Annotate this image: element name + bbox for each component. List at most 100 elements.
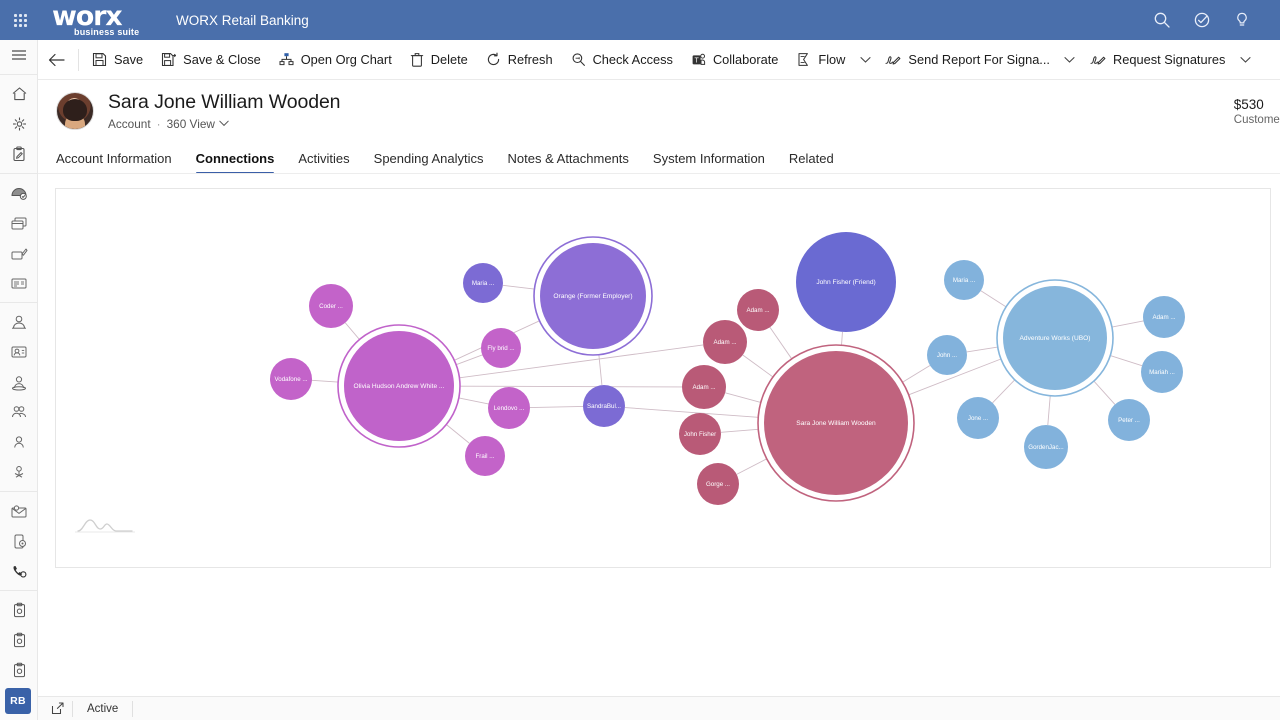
user-avatar[interactable]: RB	[5, 688, 31, 714]
graph-edge	[742, 354, 774, 378]
graph-node-circle[interactable]	[481, 328, 521, 368]
search-icon[interactable]	[1142, 0, 1182, 40]
graph-node[interactable]: John Fisher	[679, 413, 721, 455]
sidebar-item-calls[interactable]	[0, 556, 37, 586]
graph-node-circle[interactable]	[583, 385, 625, 427]
graph-node[interactable]: Maria ...	[463, 263, 503, 303]
request-signatures-chevron-down-icon[interactable]	[1234, 40, 1256, 79]
graph-node[interactable]: Vodafone ...	[270, 358, 312, 400]
graph-node-circle[interactable]	[682, 365, 726, 409]
sidebar-item-accounts[interactable]	[0, 397, 37, 427]
sidebar-item-tasks-1[interactable]	[0, 595, 37, 625]
graph-node-circle[interactable]	[796, 232, 896, 332]
graph-node-circle[interactable]	[465, 436, 505, 476]
sidebar-item-customers[interactable]	[0, 307, 37, 337]
send-report-for-signature-button[interactable]: Send Report For Signa...	[876, 40, 1059, 79]
flow-chevron-down-icon[interactable]	[854, 40, 876, 79]
graph-node-circle[interactable]	[697, 463, 739, 505]
delete-button[interactable]: Delete	[401, 40, 477, 79]
refresh-button[interactable]: Refresh	[477, 40, 562, 79]
graph-node[interactable]: Adam ...	[737, 289, 779, 331]
graph-node-circle[interactable]	[1141, 351, 1183, 393]
graph-node[interactable]: Adventure Works (UBO)	[996, 279, 1114, 397]
graph-node-circle[interactable]	[1143, 296, 1185, 338]
save-button[interactable]: Save	[83, 40, 152, 79]
tab-spending-analytics[interactable]: Spending Analytics	[362, 151, 496, 174]
graph-node-circle[interactable]	[944, 260, 984, 300]
graph-node[interactable]: Olivia Hudson Andrew White ...	[337, 324, 461, 448]
graph-node[interactable]: Mariah ...	[1141, 351, 1183, 393]
graph-node[interactable]: Fly brid ...	[481, 328, 521, 368]
graph-node-circle[interactable]	[1003, 286, 1107, 390]
request-signatures-button[interactable]: Request Signatures	[1081, 40, 1234, 79]
graph-node[interactable]: Lendovo ...	[488, 387, 530, 429]
graph-node-circle[interactable]	[488, 387, 530, 429]
app-launcher-button[interactable]	[0, 0, 40, 40]
sidebar-item-cards[interactable]	[0, 208, 37, 238]
graph-node[interactable]: SandraBul...	[583, 385, 625, 427]
sidebar-item-recent[interactable]	[0, 109, 37, 139]
sidebar-item-opportunities[interactable]	[0, 457, 37, 487]
graph-node[interactable]: GordenJac...	[1024, 425, 1068, 469]
graph-node[interactable]: Adam ...	[703, 320, 747, 364]
sidebar-item-home[interactable]	[0, 79, 37, 109]
graph-node-circle[interactable]	[309, 284, 353, 328]
graph-node[interactable]: Jone ...	[957, 397, 999, 439]
flow-button[interactable]: Flow	[787, 40, 854, 79]
graph-node-circle[interactable]	[957, 397, 999, 439]
tab-system-information[interactable]: System Information	[641, 151, 777, 174]
graph-node[interactable]: Adam ...	[682, 365, 726, 409]
graph-node-circle[interactable]	[703, 320, 747, 364]
sidebar-item-dashboard[interactable]	[0, 178, 37, 208]
graph-node-circle[interactable]	[927, 335, 967, 375]
open-org-chart-button[interactable]: Open Org Chart	[270, 40, 401, 79]
sidebar-item-tasks-2[interactable]	[0, 625, 37, 655]
tab-notes-attachments[interactable]: Notes & Attachments	[496, 151, 641, 174]
diagnostics-icon[interactable]	[1182, 0, 1222, 40]
connections-network-graph[interactable]: Sara Jone William Wooden Olivia Hudson An…	[56, 189, 1270, 567]
sidebar-item-statements[interactable]	[0, 268, 37, 298]
sidebar-item-profiles[interactable]	[0, 427, 37, 457]
graph-node-circle[interactable]	[463, 263, 503, 303]
collaborate-button[interactable]: T Collaborate	[682, 40, 787, 79]
sidebar-item-pinned[interactable]	[0, 139, 37, 169]
graph-node[interactable]: John Fisher (Friend)	[796, 232, 896, 332]
graph-node[interactable]: John ...	[927, 335, 967, 375]
sidebar-item-contacts[interactable]	[0, 337, 37, 367]
send-report-chevron-down-icon[interactable]	[1059, 40, 1081, 79]
graph-node[interactable]: Peter ...	[1108, 399, 1150, 441]
view-selector[interactable]: 360 View	[167, 117, 229, 131]
graph-node-circle[interactable]	[270, 358, 312, 400]
graph-node-circle[interactable]	[1108, 399, 1150, 441]
graph-node[interactable]: Frail ...	[465, 436, 505, 476]
graph-node-circle[interactable]	[737, 289, 779, 331]
graph-edge	[769, 327, 793, 360]
graph-node-circle[interactable]	[344, 331, 454, 441]
graph-node[interactable]: Coder ...	[309, 284, 353, 328]
popout-icon[interactable]	[44, 702, 72, 715]
graph-node[interactable]: Maria ...	[944, 260, 984, 300]
lightbulb-icon[interactable]	[1222, 0, 1262, 40]
sidebar-item-email[interactable]	[0, 496, 37, 526]
sidebar-item-tasks-3[interactable]	[0, 655, 37, 685]
check-access-button[interactable]: Check Access	[562, 40, 682, 79]
tab-connections[interactable]: Connections	[184, 151, 287, 174]
graph-node-circle[interactable]	[679, 413, 721, 455]
sidebar-hamburger[interactable]	[0, 40, 37, 70]
tab-related[interactable]: Related	[777, 151, 846, 174]
graph-node[interactable]: Sara Jone William Wooden	[757, 344, 915, 502]
sidebar-item-leads[interactable]	[0, 367, 37, 397]
graph-node[interactable]: Orange (Former Employer)	[533, 236, 653, 356]
subtitle-separator: ·	[156, 116, 161, 131]
graph-node-circle[interactable]	[1024, 425, 1068, 469]
graph-node[interactable]: Gorge ...	[697, 463, 739, 505]
tab-activities[interactable]: Activities	[286, 151, 361, 174]
sidebar-item-mobile[interactable]	[0, 526, 37, 556]
save-and-close-button[interactable]: Save & Close	[152, 40, 270, 79]
sidebar-item-approvals[interactable]	[0, 238, 37, 268]
tab-account-information[interactable]: Account Information	[56, 151, 184, 174]
graph-node-circle[interactable]	[540, 243, 646, 349]
graph-node[interactable]: Adam ...	[1143, 296, 1185, 338]
back-button[interactable]	[38, 40, 74, 79]
graph-node-circle[interactable]	[764, 351, 908, 495]
